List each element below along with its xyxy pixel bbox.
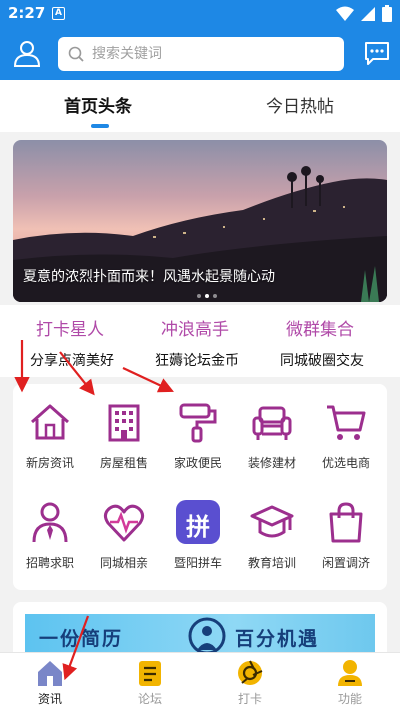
search-box[interactable] xyxy=(58,37,344,71)
service-label: 优选电商 xyxy=(321,456,370,470)
nav-label: 论坛 xyxy=(137,692,162,706)
promo-subtitle-surfer: 狂薅论坛金币 xyxy=(155,353,239,369)
building-icon xyxy=(108,404,140,442)
camera-shutter-icon xyxy=(238,660,263,685)
service-label: 新房资讯 xyxy=(25,456,74,470)
person-tie-icon xyxy=(32,502,68,543)
status-bar: 2:27 A xyxy=(0,0,400,28)
user-functions-icon xyxy=(338,660,362,686)
tab-hot-posts[interactable]: 今日热帖 xyxy=(266,92,334,117)
service-carpool[interactable]: 拼 暨阳拼车 xyxy=(161,484,235,574)
notification-icon: A xyxy=(52,7,65,20)
carousel-dot xyxy=(197,294,201,298)
shopping-bag-icon xyxy=(329,502,363,543)
sofa-icon xyxy=(252,406,292,440)
chat-bubble-icon xyxy=(365,42,389,65)
promo-title-checkin[interactable]: 打卡星人 xyxy=(36,315,104,340)
top-tabs: 首页头条 今日热帖 xyxy=(0,80,400,132)
carousel-dot xyxy=(213,294,217,298)
ad-card[interactable]: 一份简历 百分机遇 xyxy=(13,602,387,652)
carousel-dots xyxy=(197,294,217,298)
tab-indicator xyxy=(91,124,109,128)
service-label: 教育培训 xyxy=(247,556,296,570)
signal-icon xyxy=(361,6,375,21)
ad-person-icon xyxy=(188,617,226,652)
service-education[interactable]: 教育培训 xyxy=(235,484,309,574)
carpool-badge-text: 拼 xyxy=(186,513,210,541)
graduation-cap-icon xyxy=(250,505,294,538)
house-icon xyxy=(31,404,69,440)
promo-title-groups[interactable]: 微群集合 xyxy=(286,315,354,340)
ad-text-left: 一份简历 xyxy=(39,628,124,650)
ad-banner[interactable]: 一份简历 百分机遇 xyxy=(25,614,375,652)
promo-subtitle-groups: 同城破圈交友 xyxy=(280,353,364,369)
promo-row: 打卡星人 分享点滴美好 冲浪高手 狂薅论坛金币 微群集合 同城破圈交友 xyxy=(0,305,400,377)
messages-button[interactable] xyxy=(364,40,390,66)
service-housekeeping[interactable]: 家政便民 xyxy=(161,384,235,474)
service-rent-sale[interactable]: 房屋租售 xyxy=(87,384,161,474)
status-time: 2:27 xyxy=(8,4,46,22)
profile-button[interactable] xyxy=(12,38,42,68)
nav-label: 资讯 xyxy=(37,692,62,706)
status-icons xyxy=(336,5,392,22)
search-input[interactable] xyxy=(92,37,332,71)
paint-roller-icon xyxy=(179,403,217,443)
nav-forum[interactable]: 论坛 xyxy=(100,653,200,710)
nav-label: 打卡 xyxy=(237,692,262,706)
heart-pulse-icon xyxy=(103,504,145,542)
service-second-hand[interactable]: 闲置调济 xyxy=(309,484,383,574)
nav-checkin[interactable]: 打卡 xyxy=(200,653,300,710)
service-label: 同城相亲 xyxy=(99,556,148,570)
service-new-house[interactable]: 新房资讯 xyxy=(13,384,87,474)
battery-icon xyxy=(382,5,392,22)
user-icon xyxy=(13,41,41,67)
service-jobs[interactable]: 招聘求职 xyxy=(13,484,87,574)
services-grid: 新房资讯 房屋租售 家政便民 装修建材 优选电商 招聘求职 同城相亲 拼 暨阳拼… xyxy=(13,384,387,590)
service-dating[interactable]: 同城相亲 xyxy=(87,484,161,574)
nav-functions[interactable]: 功能 xyxy=(300,653,400,710)
service-label: 装修建材 xyxy=(247,456,296,470)
promo-subtitle-checkin: 分享点滴美好 xyxy=(30,353,114,369)
service-label: 暨阳拼车 xyxy=(173,556,222,570)
search-icon xyxy=(68,46,84,62)
service-label: 房屋租售 xyxy=(99,456,148,470)
forum-icon xyxy=(139,661,161,686)
app-header xyxy=(0,28,400,80)
promo-title-surfer[interactable]: 冲浪高手 xyxy=(161,315,229,340)
service-decoration[interactable]: 装修建材 xyxy=(235,384,309,474)
carousel-dot-active xyxy=(205,294,209,298)
nav-label: 功能 xyxy=(337,692,362,706)
service-label: 招聘求职 xyxy=(25,556,74,570)
tab-headlines[interactable]: 首页头条 xyxy=(64,92,132,117)
wifi-icon xyxy=(336,6,354,21)
ad-text-right: 百分机遇 xyxy=(235,628,320,650)
service-ecommerce[interactable]: 优选电商 xyxy=(309,384,383,474)
home-icon xyxy=(38,661,62,686)
banner-carousel[interactable]: 夏意的浓烈扑面而来！风遇水起景随心动 xyxy=(13,140,387,302)
nav-news[interactable]: 资讯 xyxy=(0,653,100,710)
banner-caption: 夏意的浓烈扑面而来！风遇水起景随心动 xyxy=(23,269,275,285)
bottom-nav: 资讯 论坛 打卡 功能 xyxy=(0,652,400,710)
service-label: 家政便民 xyxy=(173,456,222,470)
service-label: 闲置调济 xyxy=(321,556,370,570)
cart-icon xyxy=(327,405,366,440)
